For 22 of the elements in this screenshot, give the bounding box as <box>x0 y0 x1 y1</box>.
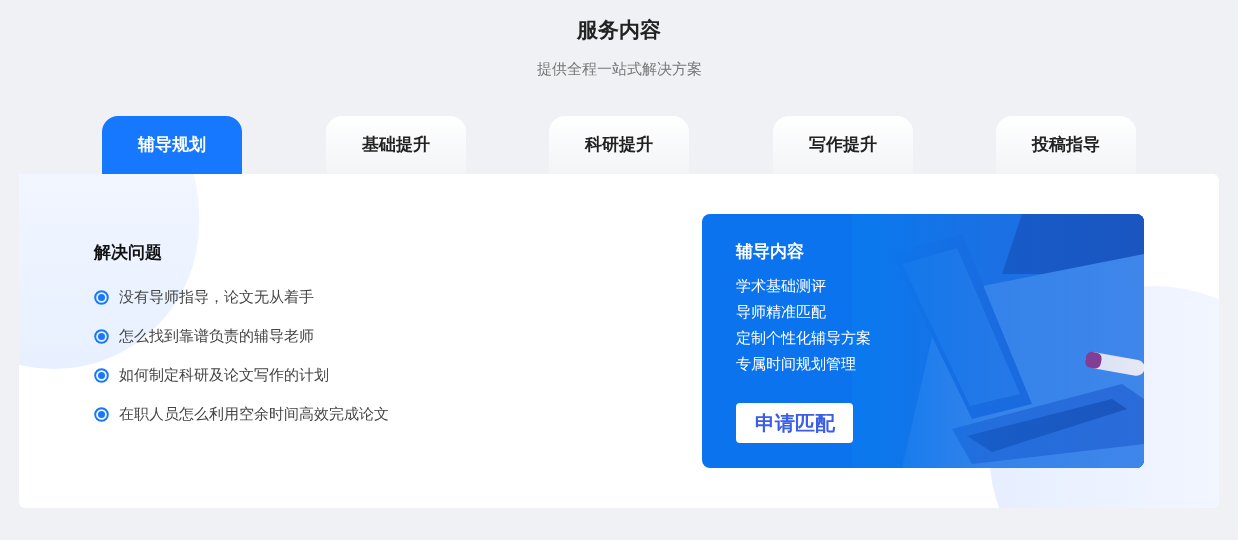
tab[interactable]: 基础提升 <box>325 116 466 174</box>
problem-text: 如何制定科研及论文写作的计划 <box>119 365 329 386</box>
problem-text: 在职人员怎么利用空余时间高效完成论文 <box>119 404 389 425</box>
tab[interactable]: 写作提升 <box>772 116 913 174</box>
problems-heading: 解决问题 <box>94 242 163 264</box>
offer-item: 导师精准匹配 <box>736 302 827 322</box>
radio-dot-icon <box>94 290 109 305</box>
problem-text: 怎么找到靠谱负责的辅导老师 <box>119 326 314 347</box>
section-title: 服务内容 <box>577 17 661 43</box>
tab[interactable]: 辅导规划 <box>102 116 242 174</box>
radio-dot-icon <box>94 329 109 344</box>
tab[interactable]: 科研提升 <box>549 116 689 174</box>
radio-dot-icon <box>94 368 109 383</box>
apply-button[interactable]: 申请匹配 <box>736 403 853 443</box>
section-subtitle: 提供全程一站式解决方案 <box>536 59 702 79</box>
tab[interactable]: 投稿指导 <box>996 116 1136 174</box>
offer-heading: 辅导内容 <box>736 241 805 263</box>
problem-text: 没有导师指导，论文无从着手 <box>119 287 314 308</box>
offer-item: 专属时间规划管理 <box>736 354 857 374</box>
offer-item: 定制个性化辅导方案 <box>736 328 872 348</box>
radio-dot-icon <box>94 407 109 422</box>
offer-item: 学术基础测评 <box>736 276 827 296</box>
